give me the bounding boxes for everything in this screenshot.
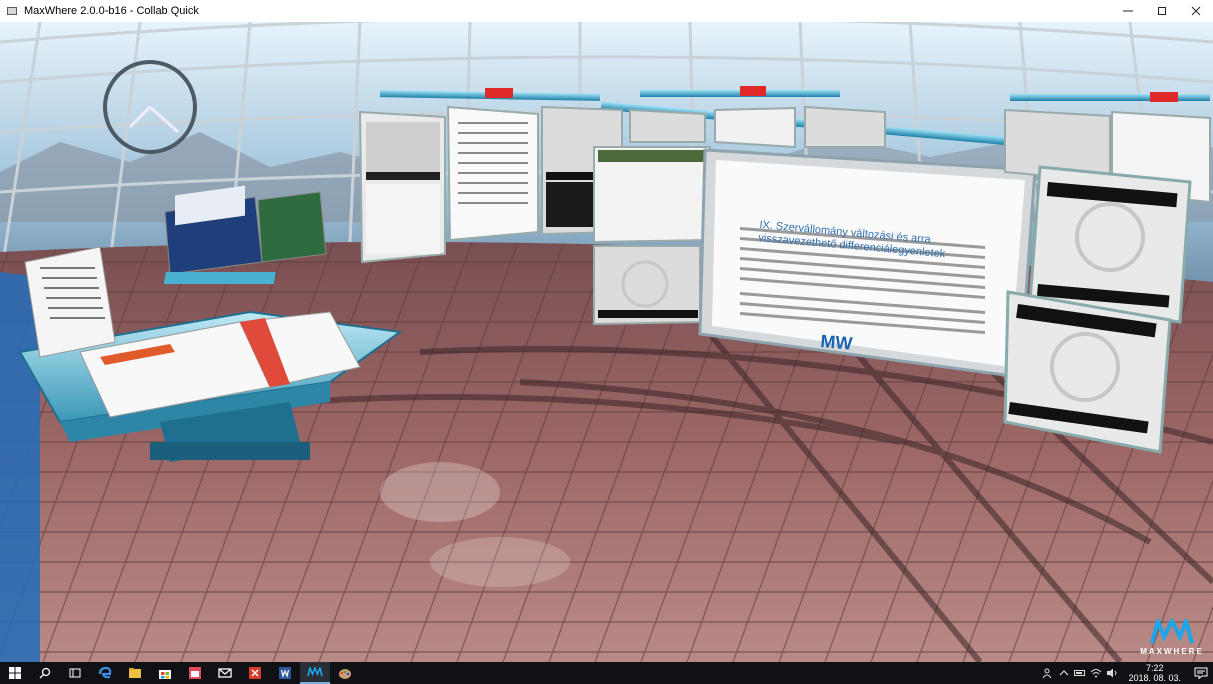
floor-reflection <box>380 462 500 522</box>
start-button[interactable] <box>0 662 30 684</box>
notification-icon <box>1194 667 1208 679</box>
wifi-tray-button[interactable] <box>1088 662 1104 684</box>
paint-icon <box>339 669 351 679</box>
svg-text:MW: MW <box>820 331 854 354</box>
windows-taskbar: 7:22 2018. 08. 03. <box>0 662 1213 684</box>
system-tray: 7:22 2018. 08. 03. <box>1040 662 1213 684</box>
maxwhere-logo-icon <box>1150 619 1194 644</box>
red-app-icon <box>249 667 261 679</box>
window-controls <box>1111 0 1213 22</box>
file-explorer-icon <box>129 668 141 678</box>
action-center-button[interactable] <box>1189 662 1213 684</box>
window-title: MaxWhere 2.0.0-b16 - Collab Quick <box>24 5 199 17</box>
mail-icon <box>218 668 232 678</box>
taskbar-clock[interactable]: 7:22 2018. 08. 03. <box>1128 663 1181 683</box>
3d-viewport[interactable]: MW IX. Szervállomány változási és arra v… <box>0 22 1213 662</box>
taskbar-app-paint[interactable] <box>330 662 360 684</box>
taskbar-app-maxwhere[interactable] <box>300 662 330 684</box>
word-icon <box>279 667 291 679</box>
edge-browser-icon <box>98 666 112 679</box>
people-tray-button[interactable] <box>1040 662 1056 684</box>
maximize-button[interactable] <box>1145 0 1179 22</box>
close-icon <box>1191 6 1201 16</box>
people-icon <box>1043 668 1052 679</box>
close-button[interactable] <box>1179 0 1213 22</box>
maximize-icon <box>1158 7 1166 15</box>
minimize-icon <box>1123 10 1133 12</box>
search-button[interactable] <box>30 662 60 684</box>
taskbar-app-mail[interactable] <box>210 662 240 684</box>
search-icon <box>39 667 51 679</box>
taskbar-app-calendar[interactable] <box>180 662 210 684</box>
maxwhere-logo: MAXWHERE <box>1137 619 1207 656</box>
speaker-icon <box>1107 668 1117 678</box>
app-icon <box>7 7 17 15</box>
volume-tray-button[interactable] <box>1104 662 1120 684</box>
chevron-up-icon <box>1060 670 1069 676</box>
taskbar-app-explorer[interactable] <box>120 662 150 684</box>
taskbar-app-red[interactable] <box>240 662 270 684</box>
taskbar-app-edge[interactable] <box>90 662 120 684</box>
clock-date: 2018. 08. 03. <box>1128 673 1181 683</box>
taskbar-app-word[interactable] <box>270 662 300 684</box>
left-wall <box>0 272 40 662</box>
task-view-icon <box>69 668 81 678</box>
brand-name: MAXWHERE <box>1140 647 1204 656</box>
window-titlebar: MaxWhere 2.0.0-b16 - Collab Quick <box>0 0 1213 22</box>
show-hidden-icons-button[interactable] <box>1056 662 1072 684</box>
taskbar-app-store[interactable] <box>150 662 180 684</box>
task-view-button[interactable] <box>60 662 90 684</box>
battery-icon <box>1074 670 1086 676</box>
store-icon <box>159 670 171 679</box>
clock-time: 7:22 <box>1145 663 1164 673</box>
maxwhere-icon <box>307 667 323 677</box>
floor-reflection-2 <box>430 537 570 587</box>
wifi-icon <box>1091 669 1102 678</box>
minimize-button[interactable] <box>1111 0 1145 22</box>
windows-start-icon <box>9 667 21 679</box>
calendar-app-icon <box>189 667 201 679</box>
battery-tray-button[interactable] <box>1072 662 1088 684</box>
3d-scene: MW <box>0 22 1213 662</box>
